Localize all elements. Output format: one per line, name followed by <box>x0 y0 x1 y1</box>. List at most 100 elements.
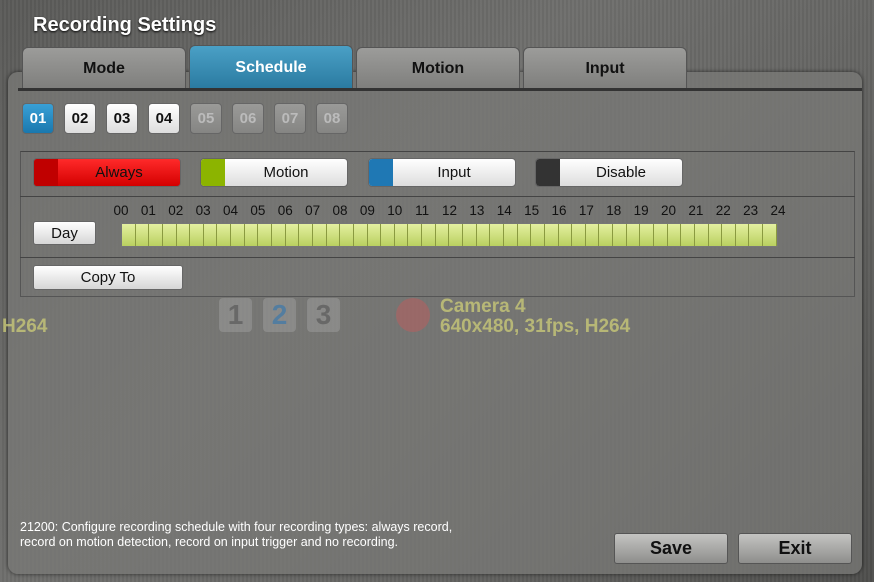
tab-schedule[interactable]: Schedule <box>189 45 353 89</box>
channel-03-button[interactable]: 03 <box>106 103 138 134</box>
save-button[interactable]: Save <box>614 533 728 564</box>
hour-label: 02 <box>168 203 184 218</box>
schedule-slot[interactable] <box>312 224 327 246</box>
schedule-slot[interactable] <box>708 224 723 246</box>
schedule-slot[interactable] <box>694 224 709 246</box>
schedule-slot[interactable] <box>340 224 354 246</box>
schedule-slot[interactable] <box>490 224 504 246</box>
schedule-slot[interactable] <box>422 224 436 246</box>
tab-mode[interactable]: Mode <box>22 47 186 89</box>
schedule-slot[interactable] <box>503 224 518 246</box>
schedule-slot[interactable] <box>572 224 586 246</box>
always-swatch-icon <box>34 159 58 186</box>
mode-input-button[interactable]: Input <box>368 158 516 187</box>
schedule-slot[interactable] <box>558 224 573 246</box>
overlay-camera-name: Camera 4 <box>440 296 526 317</box>
schedule-slot[interactable] <box>190 224 204 246</box>
window-title: Recording Settings <box>33 14 217 36</box>
schedule-slot[interactable] <box>149 224 163 246</box>
schedule-slot[interactable] <box>463 224 477 246</box>
schedule-slot[interactable] <box>585 224 600 246</box>
hour-label: 11 <box>415 203 430 218</box>
mode-motion-button[interactable]: Motion <box>200 158 348 187</box>
schedule-slot[interactable] <box>735 224 750 246</box>
schedule-slot[interactable] <box>285 224 300 246</box>
divider <box>20 257 855 258</box>
hour-label: 09 <box>359 203 375 218</box>
hour-label: 03 <box>195 203 211 218</box>
hour-label: 00 <box>113 203 129 218</box>
schedule-slot[interactable] <box>613 224 627 246</box>
schedule-slot[interactable] <box>681 224 695 246</box>
schedule-slot[interactable] <box>435 224 450 246</box>
hour-label: 21 <box>688 203 704 218</box>
hour-label: 13 <box>469 203 485 218</box>
schedule-slot[interactable] <box>531 224 545 246</box>
overlay-left-info: H264 <box>2 316 48 337</box>
schedule-slot[interactable] <box>135 224 150 246</box>
schedule-slot[interactable] <box>176 224 191 246</box>
schedule-slot[interactable] <box>231 224 245 246</box>
day-button[interactable]: Day <box>33 221 96 245</box>
hour-label: 06 <box>277 203 293 218</box>
schedule-slot[interactable] <box>449 224 464 246</box>
channel-04-button[interactable]: 04 <box>148 103 180 134</box>
schedule-slot[interactable] <box>763 224 777 246</box>
schedule-slot[interactable] <box>640 224 654 246</box>
schedule-slot[interactable] <box>394 224 409 246</box>
schedule-slot[interactable] <box>749 224 764 246</box>
hour-label: 16 <box>551 203 567 218</box>
channel-05-button: 05 <box>190 103 222 134</box>
hour-label: 22 <box>715 203 731 218</box>
schedule-slot[interactable] <box>599 224 614 246</box>
hour-label: 15 <box>524 203 540 218</box>
hour-label: 23 <box>743 203 759 218</box>
hour-label: 20 <box>660 203 677 218</box>
mode-label: Input <box>437 164 471 181</box>
schedule-slot[interactable] <box>476 224 491 246</box>
hour-label: 14 <box>496 203 512 218</box>
schedule-slot[interactable] <box>217 224 232 246</box>
mode-label: Motion <box>263 164 309 181</box>
schedule-slot[interactable] <box>353 224 368 246</box>
channel-02-button[interactable]: 02 <box>64 103 96 134</box>
settings-panel <box>8 72 862 574</box>
mode-disable-button[interactable]: Disable <box>535 158 683 187</box>
schedule-slot[interactable] <box>408 224 423 246</box>
channel-08-button: 08 <box>316 103 348 134</box>
schedule-slot[interactable] <box>258 224 273 246</box>
record-indicator-icon <box>396 298 430 332</box>
schedule-slot[interactable] <box>722 224 736 246</box>
hour-label: 08 <box>332 203 348 218</box>
hour-label: 19 <box>633 203 649 218</box>
copy-to-button[interactable]: Copy To <box>33 265 183 290</box>
overlay-cam-1: 1 <box>219 298 252 332</box>
hour-label: 24 <box>770 203 786 218</box>
schedule-slot[interactable] <box>299 224 313 246</box>
mode-always-button[interactable]: Always <box>33 158 181 187</box>
mode-label: Always <box>95 164 143 181</box>
hour-label: 07 <box>305 203 321 218</box>
tab-motion[interactable]: Motion <box>356 47 520 89</box>
schedule-slot[interactable] <box>272 224 286 246</box>
schedule-grid[interactable] <box>121 223 778 247</box>
schedule-slot[interactable] <box>626 224 641 246</box>
exit-button[interactable]: Exit <box>738 533 852 564</box>
schedule-slot[interactable] <box>653 224 668 246</box>
schedule-slot[interactable] <box>517 224 532 246</box>
tab-input[interactable]: Input <box>523 47 687 89</box>
hour-label: 04 <box>222 203 239 218</box>
overlay-cam-3: 3 <box>307 298 340 332</box>
schedule-slot[interactable] <box>381 224 395 246</box>
schedule-slot[interactable] <box>667 224 682 246</box>
schedule-slot[interactable] <box>544 224 559 246</box>
schedule-slot[interactable] <box>203 224 218 246</box>
schedule-slot[interactable] <box>162 224 177 246</box>
schedule-slot[interactable] <box>367 224 382 246</box>
schedule-slot[interactable] <box>122 224 136 246</box>
disable-swatch-icon <box>536 159 560 186</box>
overlay-camera-info: 640x480, 31fps, H264 <box>440 316 631 337</box>
channel-01-button[interactable]: 01 <box>22 103 54 134</box>
schedule-slot[interactable] <box>244 224 259 246</box>
schedule-slot[interactable] <box>326 224 341 246</box>
